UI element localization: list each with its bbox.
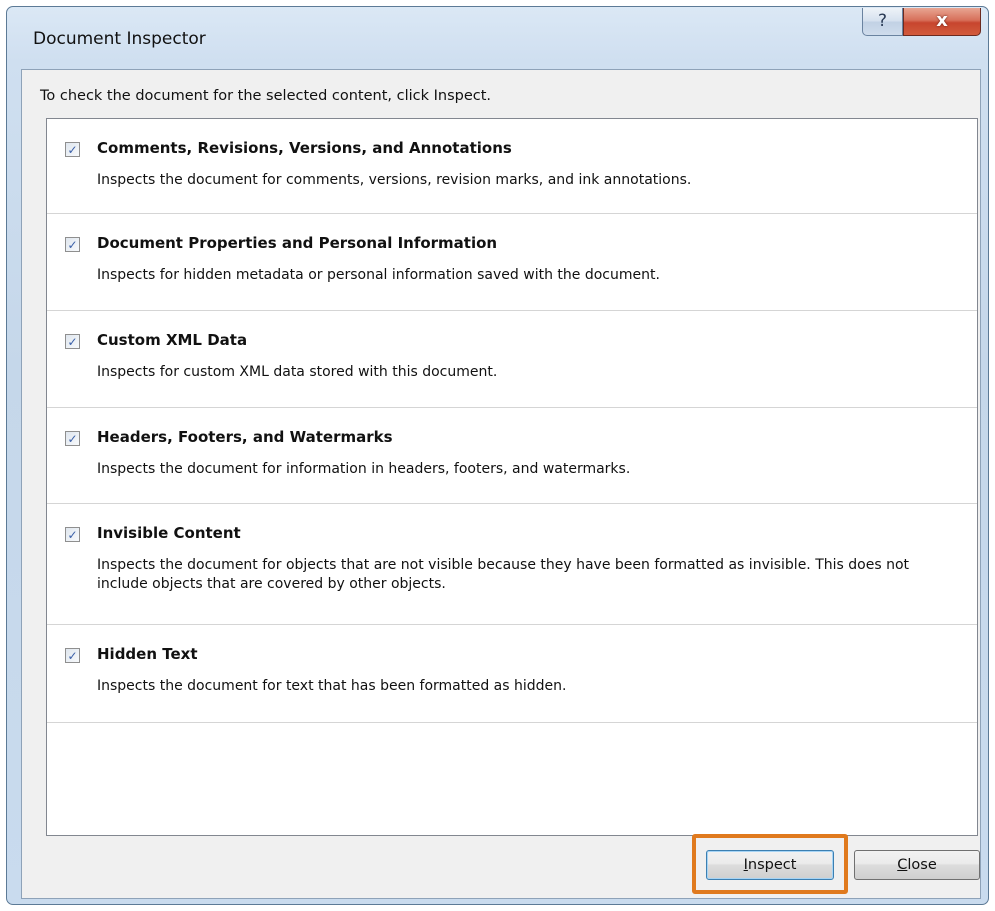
title-bar: Document Inspector ? x bbox=[7, 7, 988, 67]
list-item-comments-revisions: ✓ Comments, Revisions, Versions, and Ann… bbox=[47, 119, 977, 214]
item-title: Headers, Footers, and Watermarks bbox=[97, 428, 393, 446]
item-description: Inspects the document for information in… bbox=[97, 461, 631, 477]
list-item-hidden-text: ✓ Hidden Text Inspects the document for … bbox=[47, 625, 977, 723]
item-description: Inspects for custom XML data stored with… bbox=[97, 364, 498, 380]
checkmark-icon: ✓ bbox=[67, 142, 78, 157]
list-item-custom-xml: ✓ Custom XML Data Inspects for custom XM… bbox=[47, 311, 977, 408]
checkbox-invisible-content[interactable]: ✓ bbox=[65, 527, 80, 542]
list-item-document-properties: ✓ Document Properties and Personal Infor… bbox=[47, 214, 977, 311]
document-inspector-dialog: Document Inspector ? x To check the docu… bbox=[6, 6, 989, 905]
help-icon: ? bbox=[877, 10, 888, 31]
item-description: Inspects the document for objects that a… bbox=[97, 557, 910, 592]
list-item-invisible-content: ✓ Invisible Content Inspects the documen… bbox=[47, 504, 977, 625]
close-button-label: Close bbox=[897, 857, 937, 873]
item-description: Inspects for hidden metadata or personal… bbox=[97, 267, 660, 283]
close-button[interactable]: Close bbox=[854, 850, 980, 880]
item-title: Comments, Revisions, Versions, and Annot… bbox=[97, 139, 512, 157]
checkbox-comments-revisions[interactable]: ✓ bbox=[65, 142, 80, 157]
screenshot-canvas: Document Inspector ? x To check the docu… bbox=[0, 0, 995, 911]
window-close-button[interactable]: x bbox=[903, 8, 981, 36]
checkbox-document-properties[interactable]: ✓ bbox=[65, 237, 80, 252]
checkmark-icon: ✓ bbox=[67, 431, 78, 446]
item-title: Invisible Content bbox=[97, 524, 241, 542]
checkbox-headers-footers[interactable]: ✓ bbox=[65, 431, 80, 446]
item-description: Inspects the document for comments, vers… bbox=[97, 172, 692, 188]
dialog-client-area: To check the document for the selected c… bbox=[21, 69, 981, 899]
checkbox-custom-xml[interactable]: ✓ bbox=[65, 334, 80, 349]
inspect-button-label: Inspect bbox=[743, 857, 797, 873]
checkmark-icon: ✓ bbox=[67, 237, 78, 252]
instruction-text: To check the document for the selected c… bbox=[40, 88, 492, 104]
list-item-headers-footers: ✓ Headers, Footers, and Watermarks Inspe… bbox=[47, 408, 977, 504]
inspection-options-list: ✓ Comments, Revisions, Versions, and Ann… bbox=[46, 118, 978, 836]
checkmark-icon: ✓ bbox=[67, 334, 78, 349]
item-title: Custom XML Data bbox=[97, 331, 248, 349]
help-button[interactable]: ? bbox=[862, 8, 903, 36]
inspect-button[interactable]: Inspect bbox=[706, 850, 834, 880]
item-title: Document Properties and Personal Informa… bbox=[97, 234, 498, 252]
item-description: Inspects the document for text that has … bbox=[97, 678, 567, 694]
dialog-title: Document Inspector bbox=[33, 29, 206, 49]
checkbox-hidden-text[interactable]: ✓ bbox=[65, 648, 80, 663]
checkmark-icon: ✓ bbox=[67, 648, 78, 663]
item-title: Hidden Text bbox=[97, 645, 198, 663]
checkmark-icon: ✓ bbox=[67, 527, 78, 542]
close-icon: x bbox=[936, 10, 948, 31]
